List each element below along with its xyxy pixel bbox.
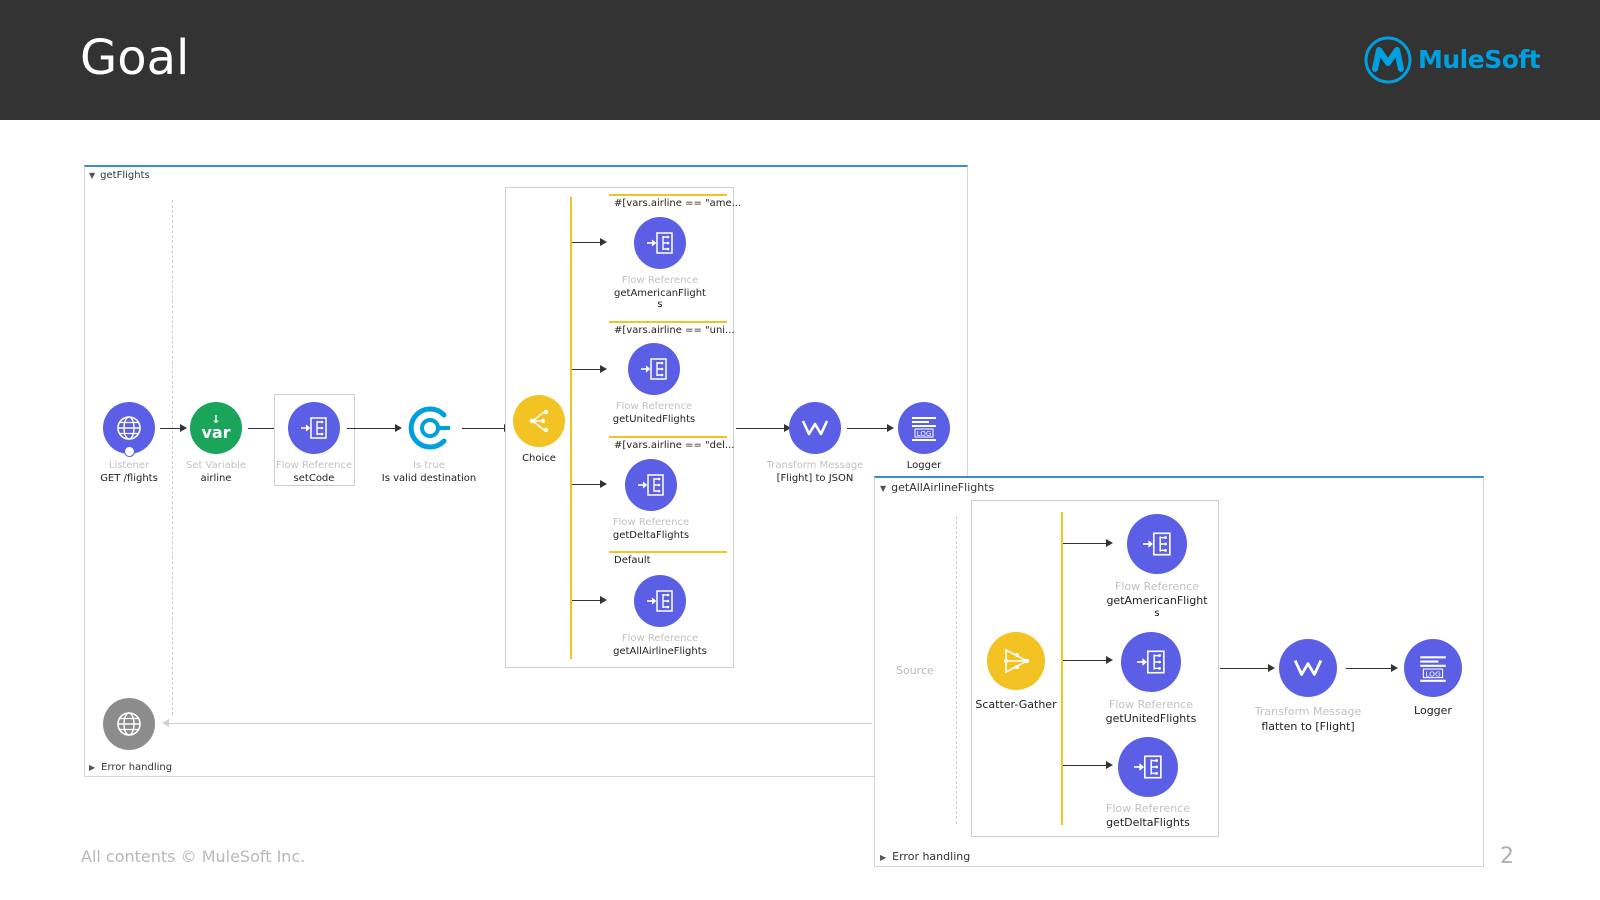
logger-icon: LOG <box>898 402 950 454</box>
mulesoft-logo-icon <box>1364 36 1412 84</box>
logger-label: Logger <box>906 460 942 471</box>
route-condition: #[vars.airline == "ame... <box>614 198 742 209</box>
flow-ref-delta-node[interactable] <box>625 459 677 511</box>
source-divider <box>956 516 957 824</box>
expand-triangle-icon[interactable]: ▶ <box>89 763 95 772</box>
flow-ref-united-node[interactable] <box>628 343 680 395</box>
scatter-route-bar <box>1061 512 1063 825</box>
flow-reference-icon <box>625 459 677 511</box>
flow-reference-icon <box>1118 737 1178 797</box>
var-icon: ↓ var <box>190 402 242 454</box>
sg-logger-node[interactable]: LOG <box>1404 639 1462 697</box>
flow-ref-american-node[interactable] <box>634 217 686 269</box>
error-handling-text: Error handling <box>892 850 971 863</box>
flow-ref-setcode-node[interactable] <box>288 402 340 454</box>
flow-reference-icon <box>1121 632 1181 692</box>
collapse-triangle-icon[interactable]: ▼ <box>880 484 886 493</box>
page-number: 2 <box>1500 844 1514 869</box>
flow-ref-all-node[interactable] <box>634 575 686 627</box>
slide-header: Goal MuleSoft <box>0 0 1600 120</box>
error-handling-toggle[interactable]: ▶ Error handling <box>880 850 970 863</box>
svg-text:LOG: LOG <box>917 430 932 438</box>
sg-flow-ref-delta-label: Flow Reference getDeltaFlights <box>1106 802 1190 829</box>
validation-node[interactable] <box>403 402 455 454</box>
set-variable-node[interactable]: ↓ var <box>190 402 242 454</box>
brand-name: MuleSoft <box>1418 45 1541 74</box>
transform-label: Transform Message [Flight] to JSON <box>766 460 864 484</box>
flow-reference-icon <box>634 217 686 269</box>
flow-reference-icon <box>628 343 680 395</box>
dataweave-icon <box>1279 639 1337 697</box>
response-arrow-icon <box>162 719 169 727</box>
validation-label: Is true Is valid destination <box>381 460 477 484</box>
logger-node[interactable]: LOG <box>898 402 950 454</box>
validation-icon <box>408 406 450 450</box>
flow-ref-all-label: Flow Reference getAllAirlineFlights <box>613 633 707 657</box>
listener-label: Listener GET /flights <box>100 460 158 484</box>
sg-transform-node[interactable] <box>1279 639 1337 697</box>
flow-ref-setcode-label: Flow Reference setCode <box>275 460 353 484</box>
sg-flow-ref-united-node[interactable] <box>1121 632 1181 692</box>
sg-flow-ref-american-node[interactable] <box>1127 514 1187 574</box>
sg-transform-label: Transform Message flatten to [Flight] <box>1254 705 1362 733</box>
choice-node[interactable] <box>513 395 565 447</box>
listener-response-node[interactable] <box>103 698 155 750</box>
route-condition: #[vars.airline == "uni... <box>614 325 735 336</box>
choice-router-icon <box>513 395 565 447</box>
dataweave-icon <box>789 402 841 454</box>
flow-reference-icon <box>634 575 686 627</box>
route-condition: #[vars.airline == "del... <box>614 440 735 451</box>
footer-copyright: All contents © MuleSoft Inc. <box>81 847 306 866</box>
sg-flow-ref-united-label: Flow Reference getUnitedFlights <box>1105 698 1197 725</box>
error-handling-text: Error handling <box>101 762 173 773</box>
flow-reference-icon <box>288 402 340 454</box>
flow-title[interactable]: ▼ getAllAirlineFlights <box>880 481 994 494</box>
flow-ref-united-label: Flow Reference getUnitedFlights <box>612 401 696 425</box>
expand-triangle-icon[interactable]: ▶ <box>880 853 886 862</box>
source-label: Source <box>896 664 934 677</box>
set-variable-label: Set Variable airline <box>185 460 247 484</box>
scatter-gather-node[interactable] <box>987 632 1045 690</box>
scatter-gather-icon <box>987 632 1045 690</box>
response-line <box>168 723 872 724</box>
route-condition: Default <box>614 555 651 566</box>
reply-badge-icon <box>124 446 135 457</box>
mulesoft-logo: MuleSoft <box>1360 36 1541 86</box>
globe-icon <box>103 698 155 750</box>
transform-node[interactable] <box>789 402 841 454</box>
flow-reference-icon <box>1127 514 1187 574</box>
scatter-gather-label: Scatter-Gather <box>975 698 1057 711</box>
svg-text:LOG: LOG <box>1425 670 1441 679</box>
source-divider <box>172 200 173 715</box>
flow-title[interactable]: ▼ getFlights <box>89 170 150 181</box>
flow-ref-delta-label: Flow Reference getDeltaFlights <box>612 517 690 541</box>
choice-label: Choice <box>522 453 556 464</box>
choice-route-bar <box>570 197 572 659</box>
flow-title-text: getAllAirlineFlights <box>891 481 995 494</box>
sg-flow-ref-delta-node[interactable] <box>1118 737 1178 797</box>
flow-title-text: getFlights <box>100 170 150 181</box>
collapse-triangle-icon[interactable]: ▼ <box>89 171 95 180</box>
slide-title: Goal <box>80 30 190 86</box>
flow-ref-american-label: Flow Reference getAmericanFlight s <box>614 275 706 310</box>
sg-logger-label: Logger <box>1414 704 1452 717</box>
error-handling-toggle[interactable]: ▶ Error handling <box>89 762 172 773</box>
sg-flow-ref-american-label: Flow Reference getAmericanFlight s <box>1106 580 1208 619</box>
logger-icon: LOG <box>1404 639 1462 697</box>
